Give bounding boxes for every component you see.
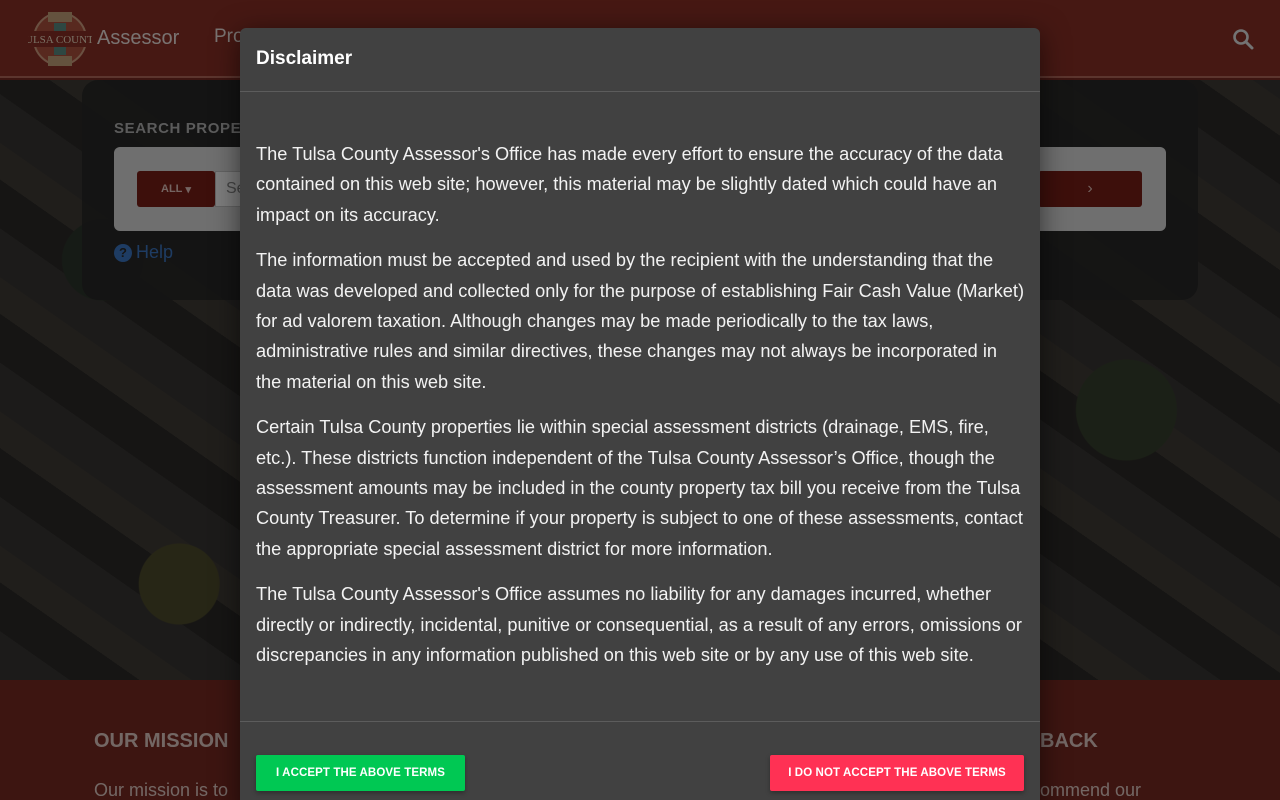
modal-header: Disclaimer bbox=[240, 28, 1040, 92]
accept-terms-button[interactable]: I ACCEPT THE ABOVE TERMS bbox=[256, 755, 465, 791]
modal-title: Disclaimer bbox=[256, 48, 353, 69]
disclaimer-paragraph: The information must be accepted and use… bbox=[256, 250, 1025, 392]
decline-terms-button[interactable]: I DO NOT ACCEPT THE ABOVE TERMS bbox=[770, 755, 1024, 791]
modal-footer: I ACCEPT THE ABOVE TERMS I DO NOT ACCEPT… bbox=[240, 721, 1040, 800]
disclaimer-modal: Disclaimer The Tulsa County Assessor's O… bbox=[240, 28, 1040, 800]
disclaimer-paragraph: The Tulsa County Assessor's Office has m… bbox=[256, 144, 1003, 225]
disclaimer-paragraph: Certain Tulsa County properties lie with… bbox=[256, 417, 1023, 559]
modal-body: The Tulsa County Assessor's Office has m… bbox=[240, 92, 1040, 721]
disclaimer-paragraph: The Tulsa County Assessor's Office assum… bbox=[256, 584, 1022, 666]
